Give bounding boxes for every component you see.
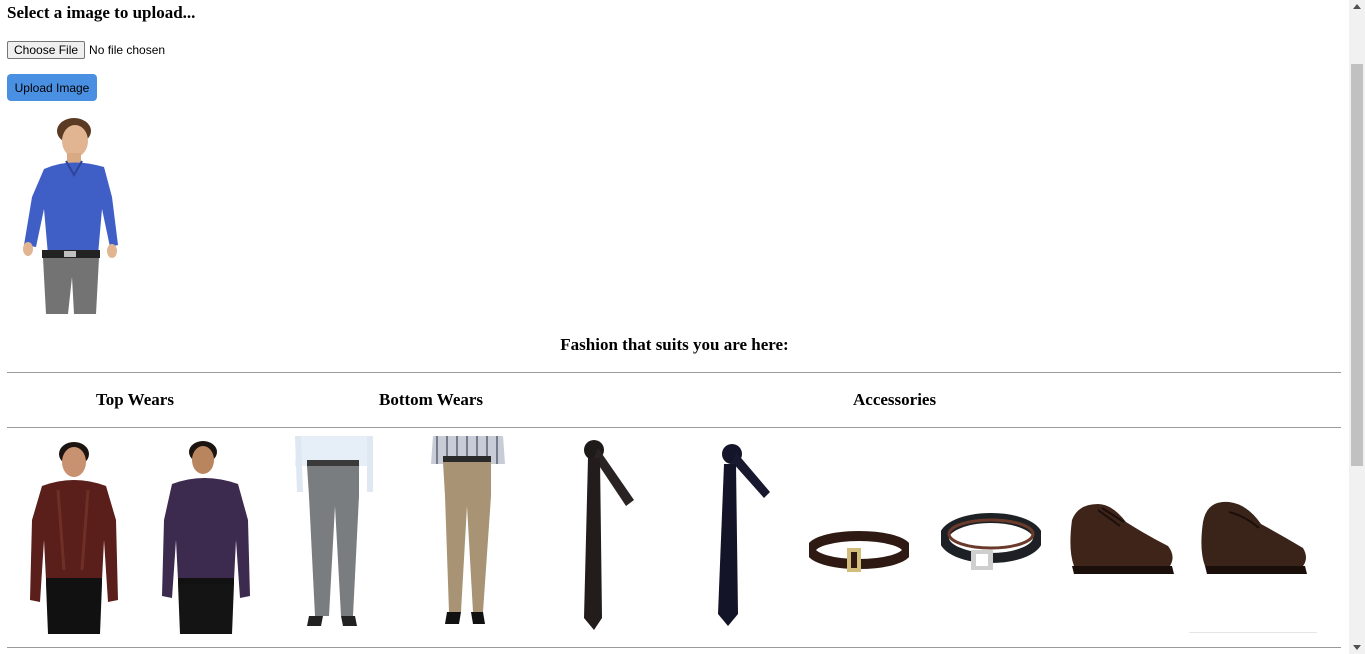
accessory-item[interactable] [1068,500,1176,578]
uploaded-image [23,118,118,314]
column-header-top-wears: Top Wears [96,390,174,409]
top-wear-item[interactable] [160,440,252,634]
column-header-accessories: Accessories [853,390,937,409]
page: Select a image to upload... Choose File … [0,0,1349,654]
upload-heading: Select a image to upload... [7,3,196,22]
divider-middle [7,427,1341,428]
grey-trousers-photo [295,436,373,626]
brown-lace-shoe-photo [1070,504,1174,574]
vertical-scrollbar[interactable] [1349,0,1365,654]
bottom-wear-item[interactable] [427,436,507,628]
bottom-wear-item[interactable] [293,436,375,628]
top-wear-item[interactable] [28,440,120,634]
black-belt-photo [941,513,1041,570]
file-status-text: No file chosen [89,43,166,57]
scroll-down-arrow-icon[interactable] [1353,645,1361,650]
faint-divider [1189,632,1317,633]
scroll-thumb[interactable] [1351,64,1363,466]
choose-file-button[interactable]: Choose File [7,41,86,59]
black-tie-photo [584,440,634,630]
results-heading: Fashion that suits you are here: [560,335,789,354]
accessory-item[interactable] [809,530,909,574]
divider-bottom [7,647,1341,648]
scroll-up-arrow-icon[interactable] [1353,4,1361,9]
man-in-blue-shirt-photo [23,118,118,314]
maroon-shirt-photo [30,442,118,634]
accessory-item[interactable] [710,442,772,628]
accessory-item[interactable] [941,512,1041,572]
file-input[interactable]: Choose File No file chosen [7,41,165,59]
brown-loafer-photo [1201,501,1307,574]
purple-shirt-photo [162,441,250,634]
accessory-item[interactable] [1199,498,1309,578]
divider-top [7,372,1341,373]
upload-image-button[interactable]: Upload Image [7,74,97,101]
column-header-bottom-wears: Bottom Wears [379,390,484,409]
khaki-trousers-photo [431,436,505,624]
brown-belt-photo [809,531,909,572]
navy-tie-photo [718,444,770,626]
accessory-item[interactable] [570,438,640,632]
